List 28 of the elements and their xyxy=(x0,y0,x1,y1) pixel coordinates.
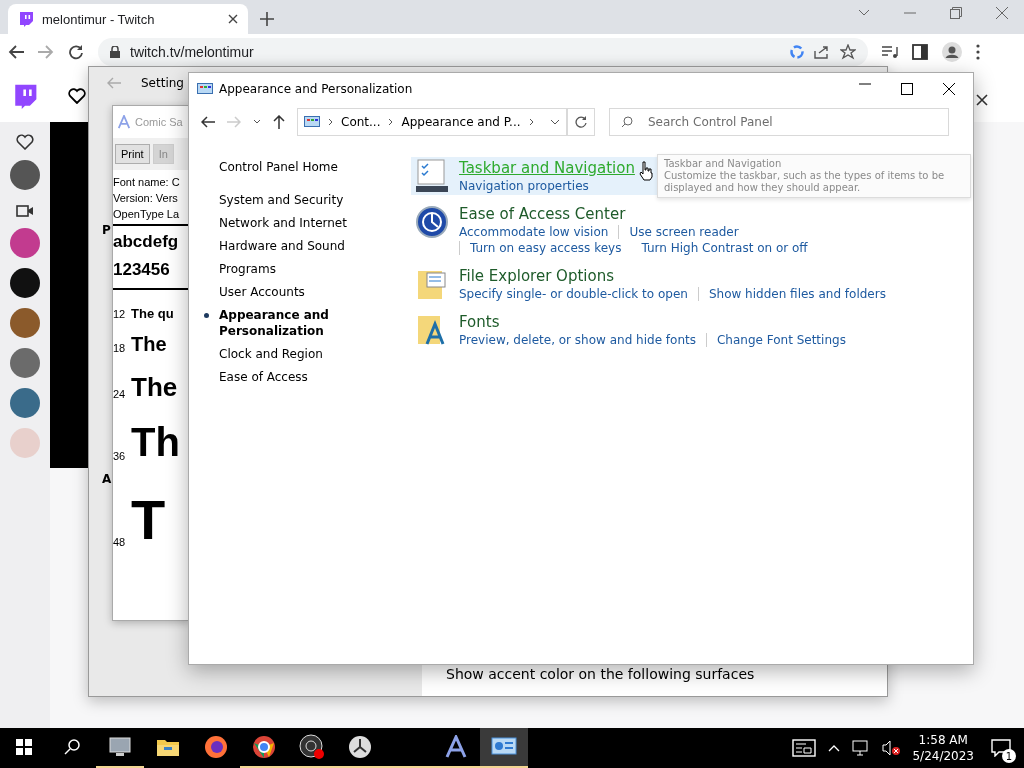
url-text: twitch.tv/melontimur xyxy=(130,44,255,60)
sample-size: 18 xyxy=(113,342,127,354)
sidebar-label: A xyxy=(102,472,112,486)
window-title: Comic Sa xyxy=(135,116,183,128)
font-info-line: OpenType La xyxy=(113,207,180,222)
sample-size: 12 xyxy=(113,308,127,320)
time-text: 1:58 AM xyxy=(918,732,968,748)
font-info-line: Version: Vers xyxy=(113,191,178,206)
sample-size: 24 xyxy=(113,388,127,400)
font-sample: T xyxy=(131,492,166,548)
setting-label: Show accent color on the following surfaces xyxy=(446,666,756,682)
font-sample: The xyxy=(131,374,178,400)
date-text: 5/24/2023 xyxy=(912,748,974,764)
notification-count: 1 xyxy=(1002,749,1016,763)
sample-size: 48 xyxy=(113,536,127,548)
tab-title: melontimur - Twitch xyxy=(42,11,156,27)
tooltip-title: Taskbar and Navigation xyxy=(664,158,782,170)
font-info-line: Font name: C xyxy=(113,175,180,190)
font-sample: Th xyxy=(131,422,180,462)
sidebar-label: P xyxy=(102,223,111,237)
alphabet-sample: abcdefg xyxy=(113,231,179,253)
digits-sample: 123456 xyxy=(113,259,170,281)
tooltip-text: Customize the taskbar, such as the types of items to be displayed and how they should appear. xyxy=(664,170,946,194)
font-sample: The xyxy=(131,334,167,354)
window-title: Appearance and Personalization xyxy=(219,82,414,96)
font-sample: The qu xyxy=(131,307,174,320)
window-title: Setting xyxy=(141,76,184,90)
sample-size: 36 xyxy=(113,450,127,462)
